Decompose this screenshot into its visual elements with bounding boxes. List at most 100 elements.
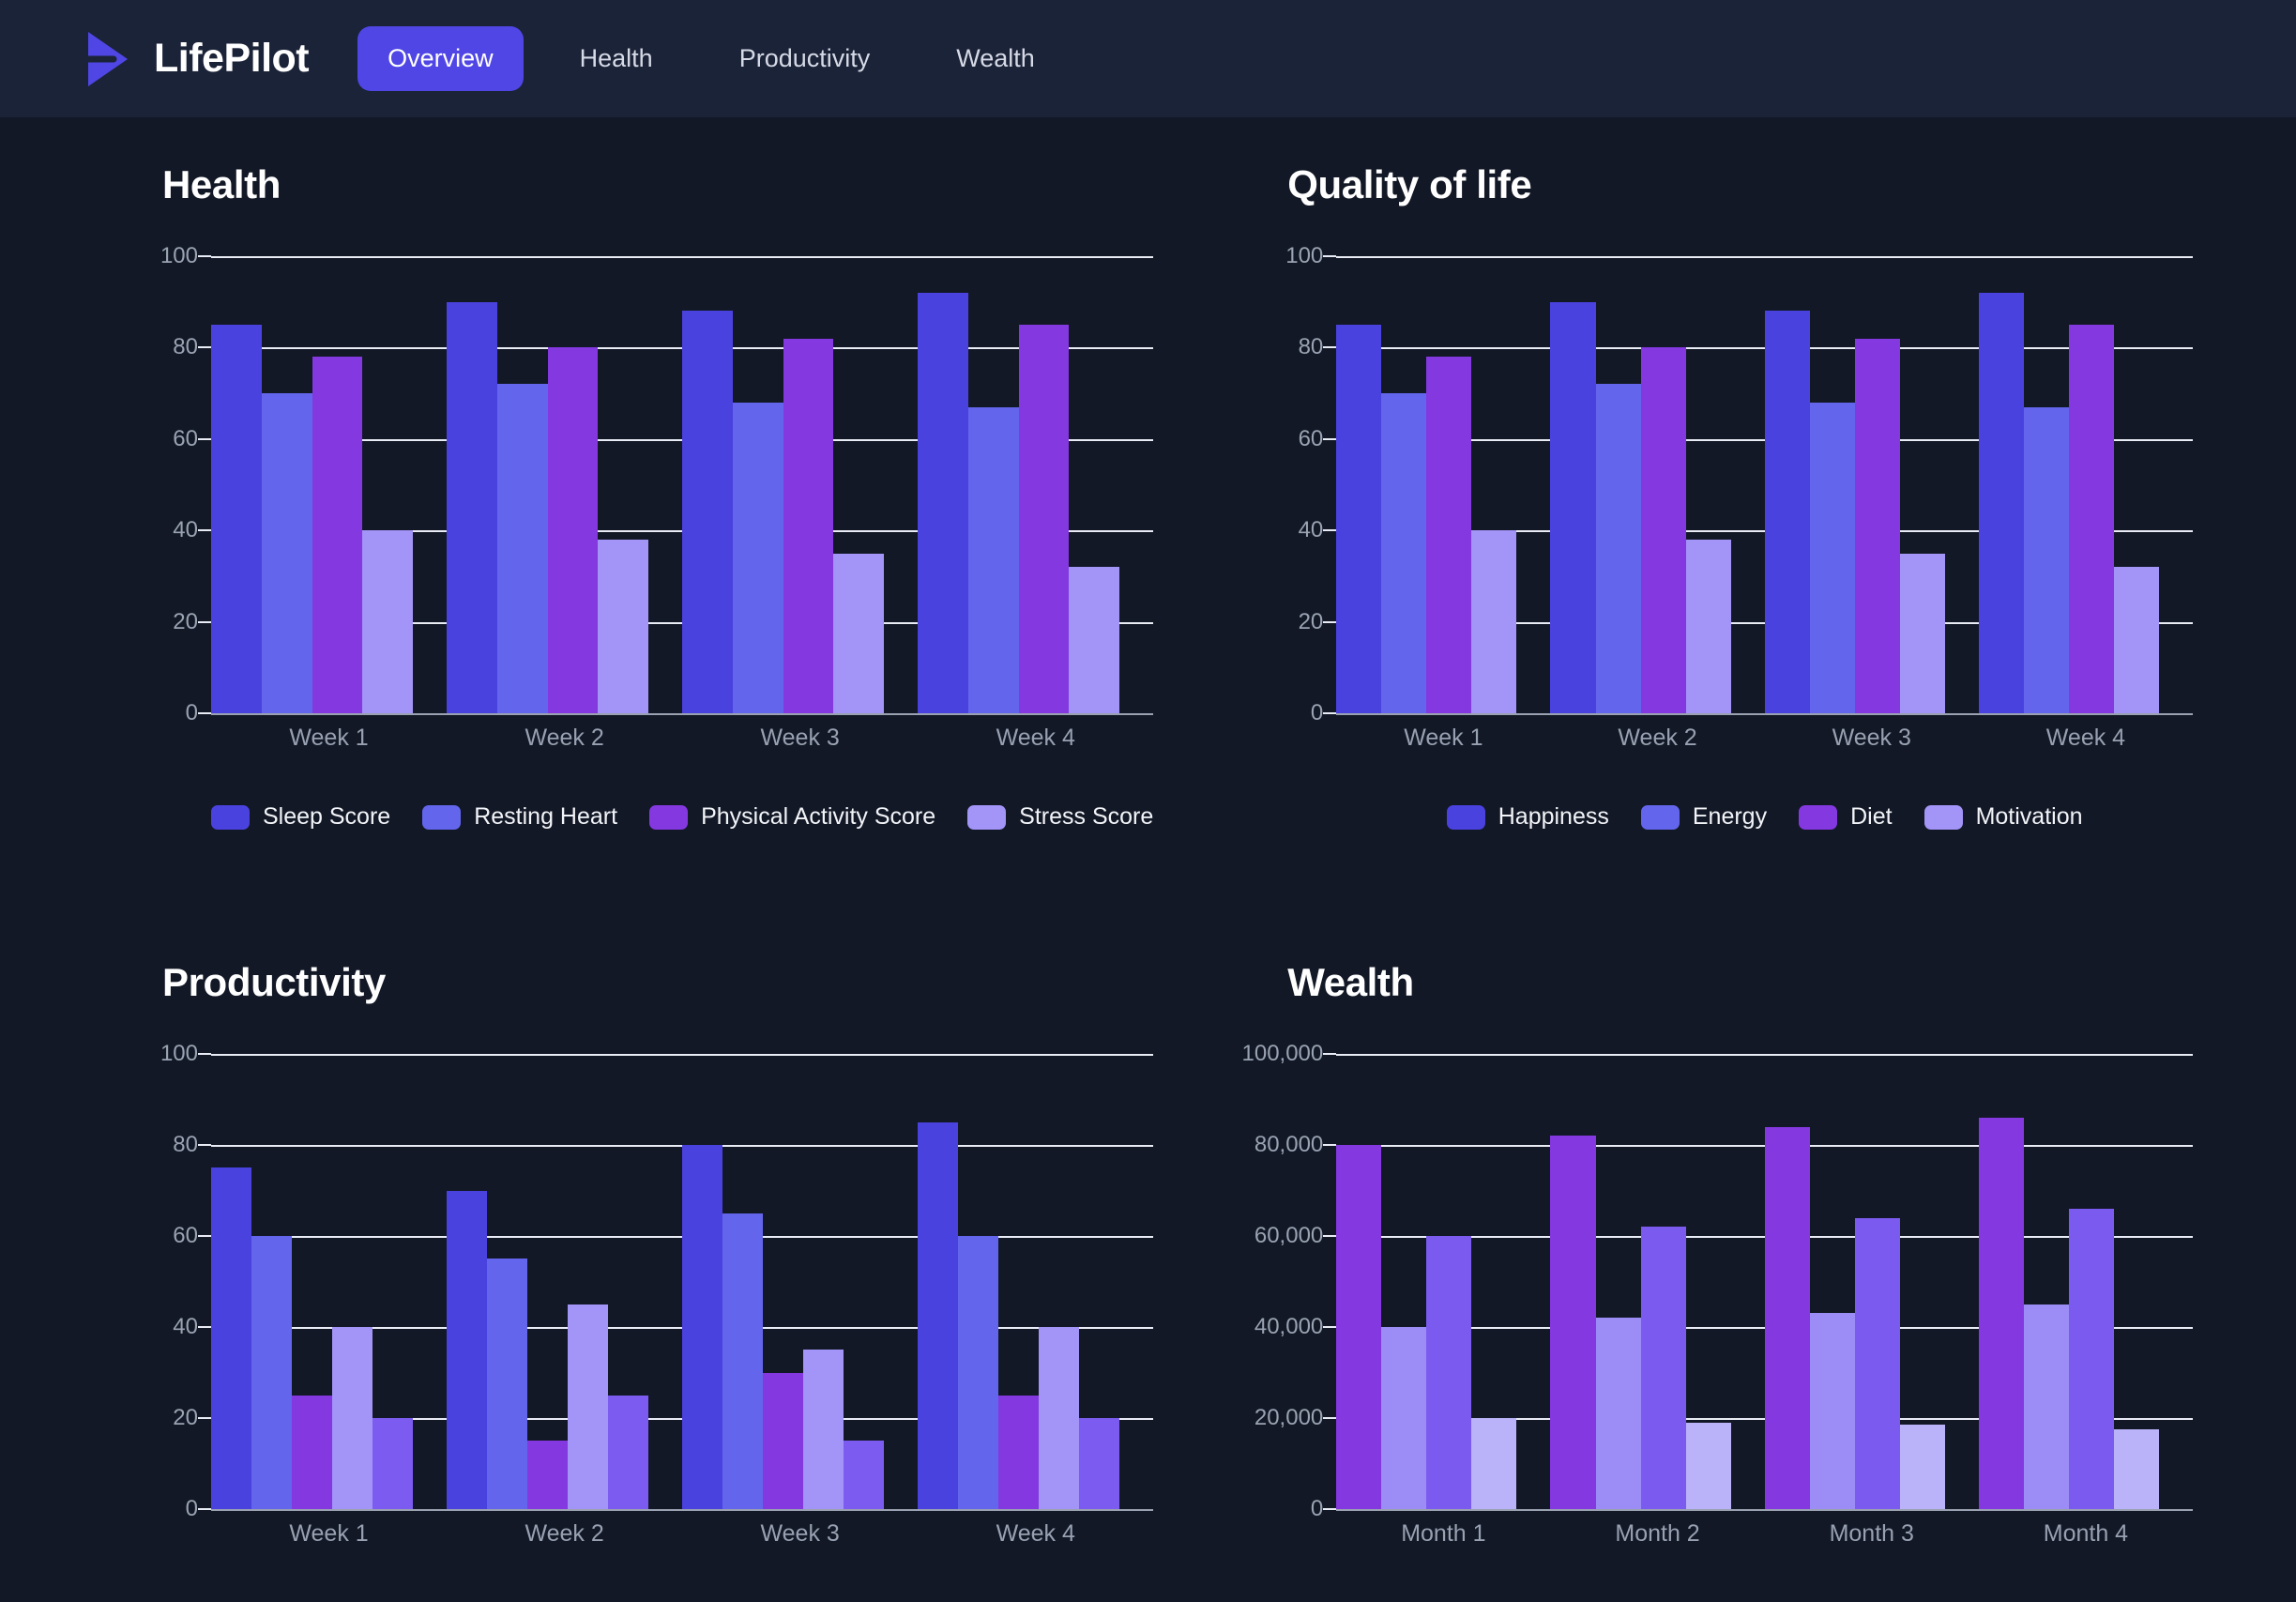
bar[interactable] [1550,1136,1596,1509]
y-axis-tick-mark [1323,1508,1337,1510]
bar[interactable] [292,1395,333,1509]
bar[interactable] [362,530,414,713]
bar[interactable] [1381,1327,1427,1509]
bar[interactable] [447,301,497,713]
bar[interactable] [1899,553,1945,713]
bar[interactable] [1471,1418,1517,1509]
bar[interactable] [1069,567,1120,713]
bar[interactable] [373,1418,414,1509]
bar[interactable] [1018,325,1070,713]
bar[interactable] [496,384,548,713]
bar[interactable] [1764,1126,1810,1509]
bar[interactable] [2113,567,2160,713]
bar[interactable] [1426,1236,1472,1509]
bar[interactable] [211,1167,252,1509]
bar[interactable] [2113,1429,2160,1509]
legend-item[interactable]: Physical Activity Score [649,803,935,831]
bar[interactable] [1978,292,2024,713]
bar[interactable] [1899,1425,1945,1509]
x-axis-tick-label: Month 1 [1401,1520,1486,1547]
x-axis-tick-label: Week 2 [525,1520,604,1547]
bar[interactable] [568,1304,609,1509]
bar[interactable] [844,1441,885,1509]
nav-item-productivity[interactable]: Productivity [709,26,901,91]
y-axis-tick-mark [198,1326,211,1328]
y-axis-tick-label: 0 [185,1496,198,1521]
legend-item[interactable]: Sleep Score [211,803,390,831]
nav-item-overview[interactable]: Overview [357,26,524,91]
bar[interactable] [261,393,312,713]
legend-item[interactable]: Diet [1799,803,1893,831]
bar[interactable] [598,539,649,713]
bar[interactable] [251,1236,293,1509]
bar[interactable] [1471,530,1517,713]
bar[interactable] [608,1395,649,1509]
bar[interactable] [2023,406,2069,713]
bar[interactable] [682,1145,723,1509]
bar[interactable] [722,1213,764,1509]
bar[interactable] [2068,1208,2114,1509]
bar[interactable] [1764,311,1810,713]
bar[interactable] [1336,1145,1382,1509]
bar[interactable] [1426,357,1472,713]
bar[interactable] [833,553,885,713]
y-axis-tick-label: 60,000 [1254,1223,1324,1248]
bar-group [918,1054,1153,1509]
bar[interactable] [918,292,968,713]
bar[interactable] [958,1236,999,1509]
bar[interactable] [527,1441,569,1509]
bar[interactable] [682,311,733,713]
bar[interactable] [1595,384,1641,713]
legend-item[interactable]: Resting Heart [422,803,617,831]
bar[interactable] [1854,1217,1900,1509]
y-axis-tick-label: 40 [1298,517,1324,543]
bar[interactable] [918,1121,959,1509]
bar[interactable] [1685,1422,1731,1509]
bar[interactable] [1079,1418,1120,1509]
bar[interactable] [967,406,1019,713]
bar-group [1978,1054,2193,1509]
bar[interactable] [803,1350,844,1509]
bar[interactable] [1809,1313,1855,1509]
bar[interactable] [1550,301,1596,713]
nav-item-wealth[interactable]: Wealth [926,26,1065,91]
legend-item[interactable]: Stress Score [967,803,1153,831]
bar[interactable] [1978,1117,2024,1509]
bar-groups [1336,256,2193,713]
bar[interactable] [1809,402,1855,713]
bar[interactable] [1640,1227,1686,1509]
nav-item-health[interactable]: Health [550,26,683,91]
bar[interactable] [1039,1327,1080,1509]
bar[interactable] [211,325,262,713]
legend-item[interactable]: Energy [1640,803,1767,831]
chart-panel-health: Health 0 20 40 60 80 100 Week 1 Week 2 Week 3 Wee… [66,117,1191,915]
bar[interactable] [998,1395,1040,1509]
y-axis-tick-label: 100 [160,1041,198,1066]
bar[interactable] [1336,325,1382,713]
bar[interactable] [487,1259,528,1509]
legend-item[interactable]: Happiness [1446,803,1609,831]
bar[interactable] [763,1372,804,1509]
y-axis-tick-label: 0 [1310,700,1324,725]
bar[interactable] [1381,393,1427,713]
y-axis-tick-mark [1323,1326,1337,1328]
x-axis-labels: Week 1 Week 2 Week 3 Week 4 [211,1520,1153,1548]
y-axis-tick-mark [198,620,211,623]
bar[interactable] [447,1190,488,1509]
bar[interactable] [547,347,599,713]
bar[interactable] [2023,1304,2069,1509]
y-axis-tick-label: 20,000 [1254,1405,1324,1430]
bar[interactable] [1685,539,1731,713]
chart-panel-productivity: Productivity 0 20 40 60 80 100 Week 1 Week 2 Wee… [66,915,1191,1602]
bar[interactable] [783,338,834,713]
y-axis-tick-label: 20 [1298,608,1324,634]
legend-item[interactable]: Motivation [1923,803,2083,831]
bar[interactable] [732,402,783,713]
bar[interactable] [332,1327,373,1509]
bar[interactable] [1640,347,1686,713]
bar[interactable] [2068,325,2114,713]
bar[interactable] [1854,338,1900,713]
bar-group [682,256,918,713]
bar[interactable] [312,357,363,713]
bar[interactable] [1595,1318,1641,1509]
